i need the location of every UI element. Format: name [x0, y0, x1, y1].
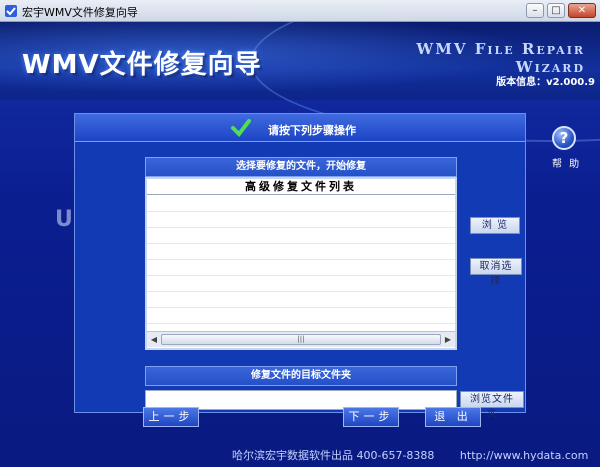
horizontal-scrollbar[interactable]: ◀ ||| ▶	[147, 331, 455, 347]
app-icon	[5, 5, 17, 17]
file-list-header: 高级修复文件列表	[147, 179, 455, 195]
footer-url[interactable]: http://www.hydata.com	[460, 449, 588, 462]
version-info: 版本信息：v2.000.9	[496, 77, 595, 88]
close-button[interactable]: ✕	[568, 3, 596, 18]
footer-company: 哈尔滨宏宇数据软件出品 400-657-8388	[232, 449, 435, 462]
scrollbar-thumb[interactable]: |||	[161, 334, 441, 345]
scroll-right-icon[interactable]: ▶	[442, 334, 454, 345]
deselect-button[interactable]: 取消选择	[470, 258, 522, 287]
list-row-line	[147, 259, 455, 260]
browse-button[interactable]: 浏 览	[470, 217, 520, 234]
app-logo-title: WMV文件修复向导	[22, 50, 262, 80]
list-row-line	[147, 291, 455, 292]
scroll-left-icon[interactable]: ◀	[148, 334, 160, 345]
file-list[interactable]: 高级修复文件列表 ◀ ||| ▶	[145, 177, 457, 350]
panel-title: 请按下列步骤操作	[268, 124, 356, 137]
list-row-line	[147, 243, 455, 244]
file-list-caption: 选择要修复的文件，开始修复	[145, 157, 457, 177]
title-bar: 宏宇WMV文件修复向导 – □ ✕	[0, 0, 600, 22]
check-icon	[231, 119, 251, 137]
wizard-panel: 请按下列步骤操作 选择要修复的文件，开始修复 高级修复文件列表 ◀ ||| ▶ …	[74, 113, 526, 420]
target-folder-caption: 修复文件的目标文件夹	[145, 366, 457, 386]
list-row-line	[147, 211, 455, 212]
browse-folder-button[interactable]: 浏览文件夹	[460, 391, 524, 420]
footer: 哈尔滨宏宇数据软件出品 400-657-8388 http://www.hyda…	[232, 447, 592, 463]
app-window: WMV文件修复向导 WMV File Repair Wizard 版本信息：v2…	[0, 22, 600, 467]
window-title: 宏宇WMV文件修复向导	[22, 6, 138, 19]
next-button[interactable]: 下一步	[343, 407, 399, 427]
list-row-line	[147, 307, 455, 308]
maximize-button[interactable]: □	[547, 3, 565, 18]
list-row-line	[147, 323, 455, 324]
minimize-button[interactable]: –	[526, 3, 544, 18]
app-subtitle: WMV File Repair Wizard	[416, 40, 585, 76]
exit-button[interactable]: 退 出	[425, 407, 481, 427]
help-label[interactable]: 帮 助	[552, 155, 581, 170]
help-icon[interactable]: ?	[552, 126, 576, 150]
list-row-line	[147, 275, 455, 276]
header-banner: WMV文件修复向导 WMV File Repair Wizard 版本信息：v2…	[0, 22, 600, 142]
prev-button[interactable]: 上一步	[143, 407, 199, 427]
list-row-line	[147, 227, 455, 228]
panel-header: 请按下列步骤操作	[75, 114, 525, 142]
